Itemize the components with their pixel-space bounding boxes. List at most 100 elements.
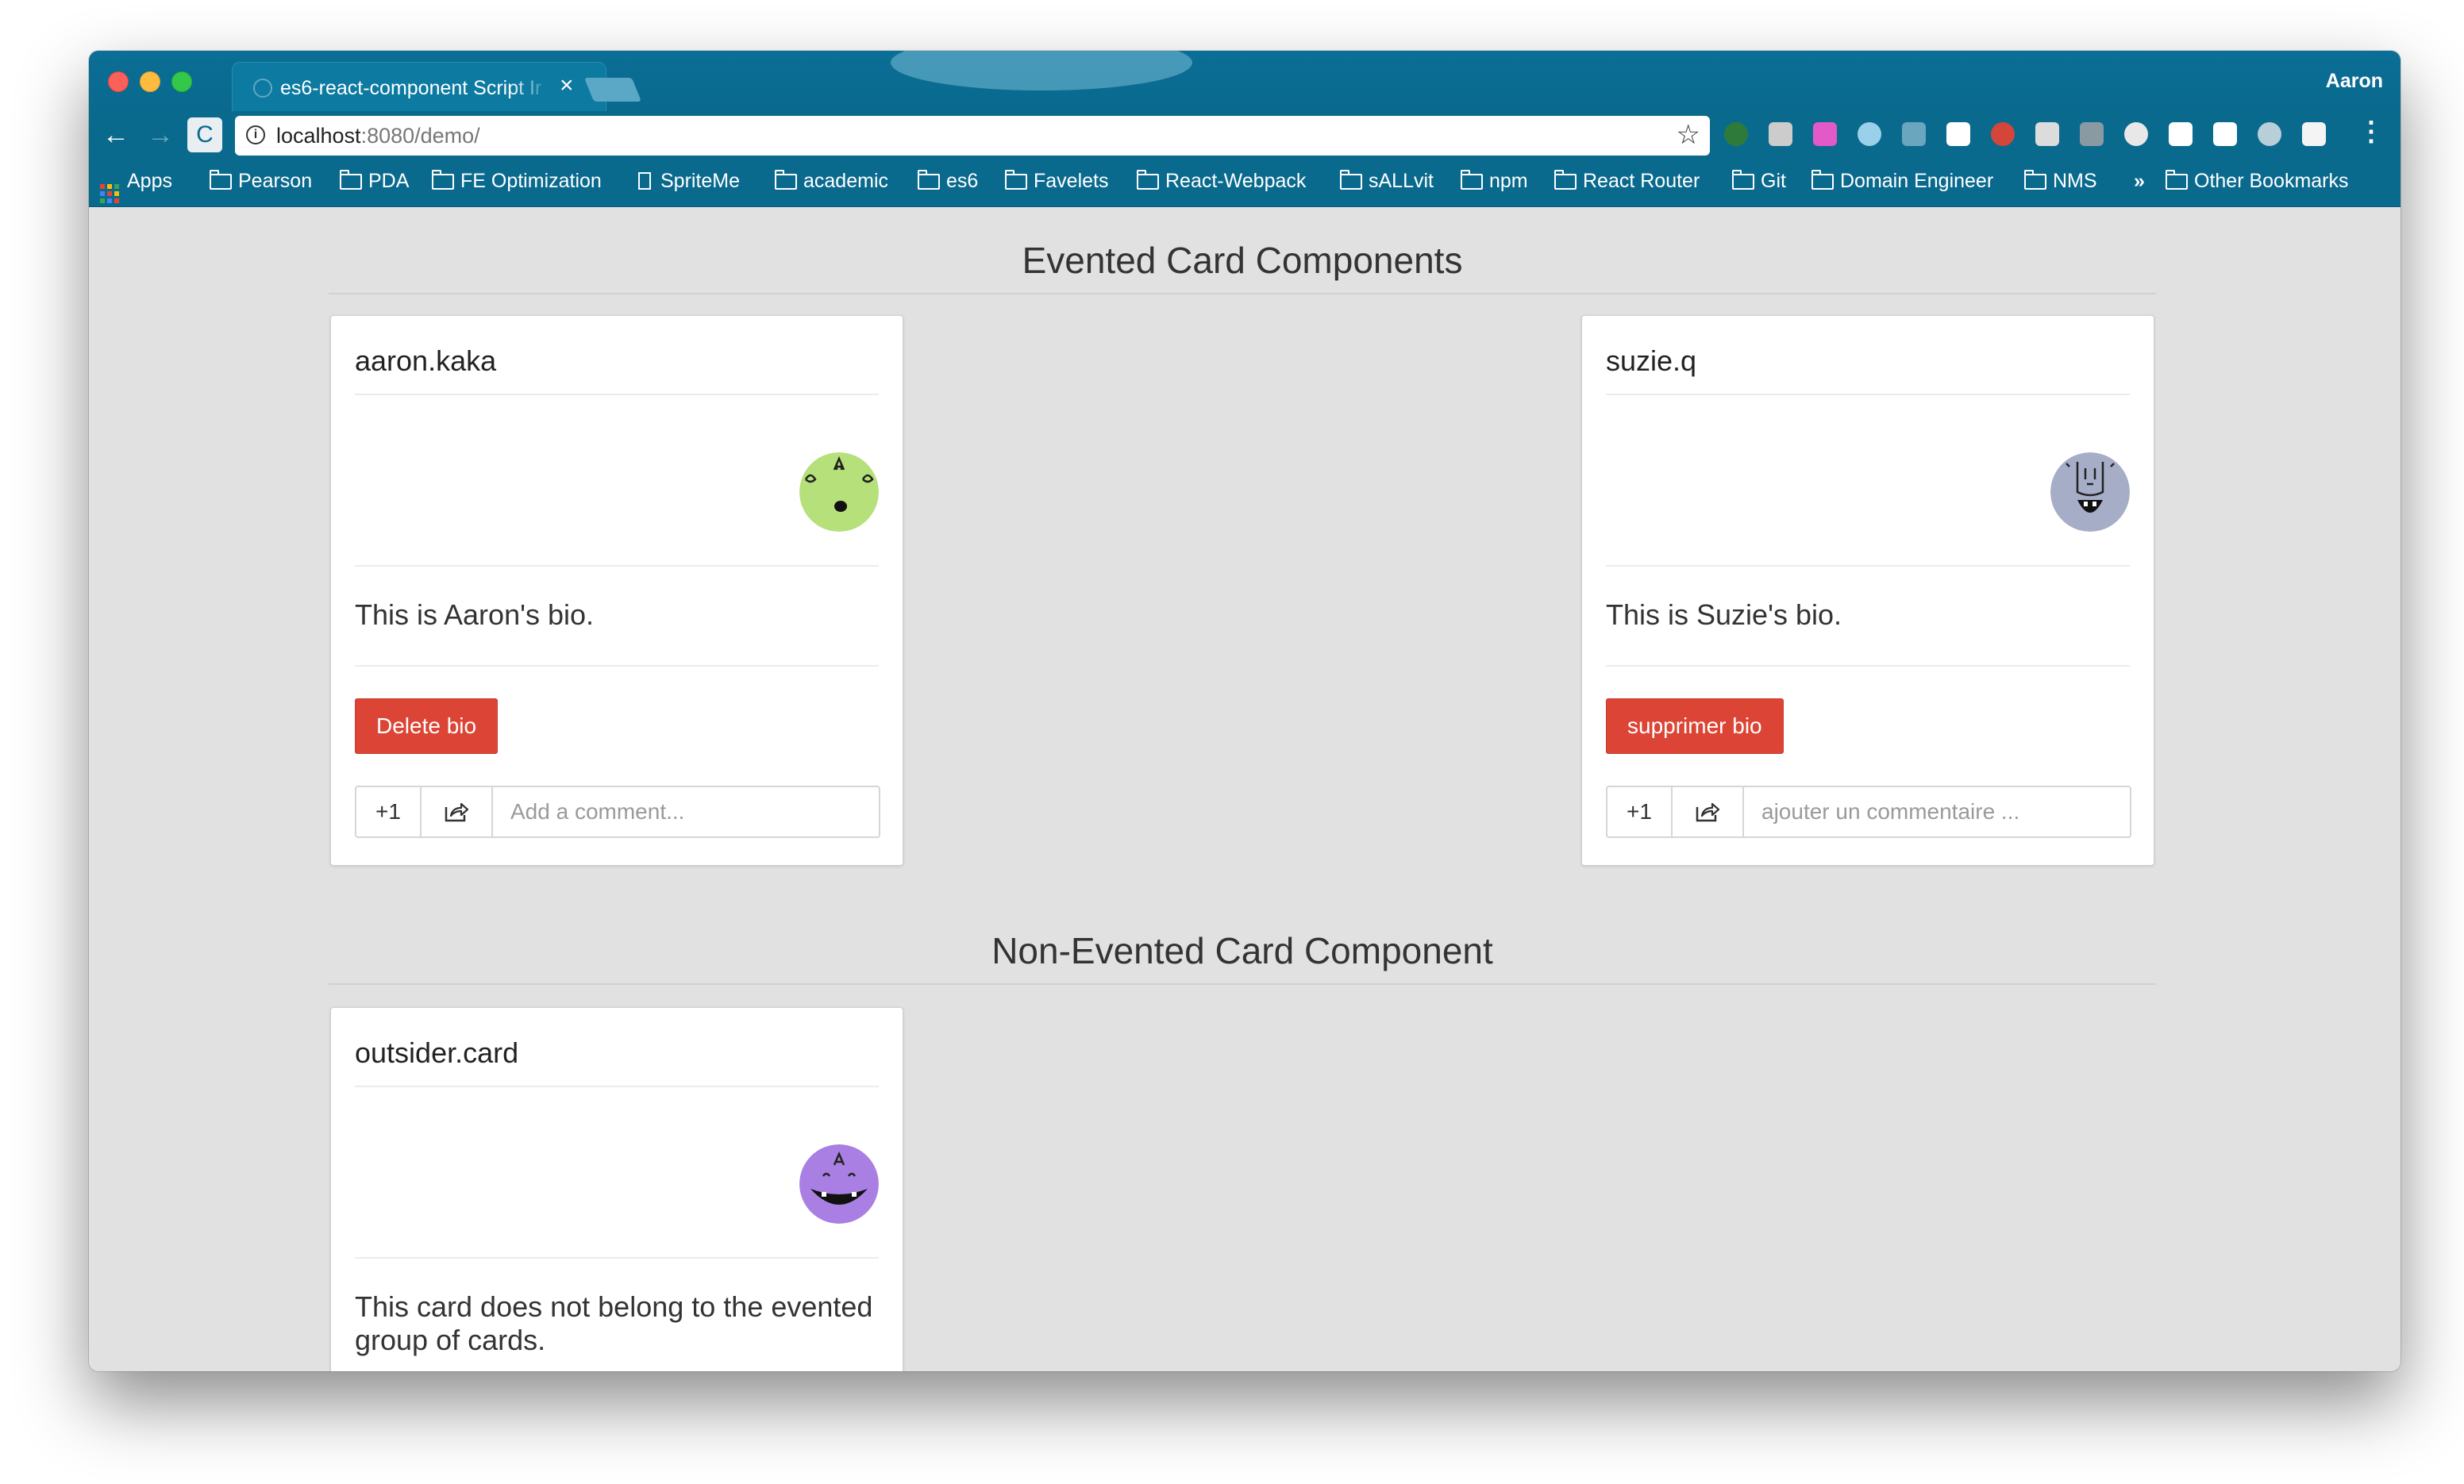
profile-name[interactable]: Aaron xyxy=(2326,70,2383,93)
bookmark-label: npm xyxy=(1489,170,1528,192)
title-bar: es6-react-component Script Ir × Aaron xyxy=(89,51,2400,112)
divider xyxy=(1606,394,2130,395)
minimize-window-button[interactable] xyxy=(140,71,160,92)
delete-bio-button[interactable]: supprimer bio xyxy=(1606,698,1784,754)
reload-icon[interactable]: C xyxy=(187,117,222,152)
card-suzie: suzie.q This is Suzie's bio. supprimer b… xyxy=(1581,315,2154,866)
bookmark-label: NMS xyxy=(2053,170,2097,192)
card-action-bar: +1 xyxy=(355,786,880,838)
browser-toolbar: ← → C i localhost:8080/demo/ ☆ ⋮ xyxy=(89,111,2400,159)
bookmark-pearson[interactable]: Pearson xyxy=(210,170,312,195)
bookmark-git[interactable]: Git xyxy=(1732,170,1786,195)
purple-monster-avatar-icon xyxy=(799,1144,879,1224)
url-text[interactable]: localhost:8080/demo/ xyxy=(276,124,480,148)
divider xyxy=(355,1257,879,1259)
bookmark-label: React-Webpack xyxy=(1165,170,1307,192)
hat-ext-icon[interactable] xyxy=(1724,122,1748,146)
card-bio: This is Aaron's bio. xyxy=(355,598,595,631)
bookmark-react-router[interactable]: React Router xyxy=(1554,170,1700,195)
bookmarks-bar: Apps Pearson PDA FE Optimization SpriteM… xyxy=(89,159,2400,207)
bookmark-favelets[interactable]: Favelets xyxy=(1005,170,1108,195)
grey-ext-icon[interactable] xyxy=(2035,122,2059,146)
browser-window: es6-react-component Script Ir × Aaron ← … xyxy=(89,51,2400,1371)
color-wheel-ext-icon[interactable] xyxy=(1813,122,1837,146)
bookmark-academic[interactable]: academic xyxy=(775,170,888,195)
folder-icon xyxy=(1811,170,1834,190)
circle-ext-icon[interactable] xyxy=(1902,122,1926,146)
share-button[interactable] xyxy=(422,787,493,836)
page-icon xyxy=(638,172,651,190)
close-window-button[interactable] xyxy=(108,71,129,92)
folder-icon xyxy=(1554,170,1577,190)
share-button[interactable] xyxy=(1673,787,1744,836)
bookmark-spriteme[interactable]: SpriteMe xyxy=(638,170,740,195)
comment-input[interactable] xyxy=(1744,787,2130,836)
bookmark-fe-optimization[interactable]: FE Optimization xyxy=(432,170,602,195)
tab-close-icon[interactable]: × xyxy=(560,72,574,99)
divider xyxy=(1606,665,2130,667)
folder-icon xyxy=(340,170,362,190)
forward-arrow-icon[interactable]: → xyxy=(143,117,178,152)
card-bio: This card does not belong to the evented… xyxy=(355,1290,873,1356)
divider xyxy=(1606,565,2130,567)
folder-icon xyxy=(775,170,797,190)
chat-ext-icon[interactable] xyxy=(2213,122,2237,146)
bookmark-nms[interactable]: NMS xyxy=(2024,170,2097,195)
plus-one-button[interactable]: +1 xyxy=(356,787,422,836)
square-ext-icon[interactable] xyxy=(2302,122,2326,146)
bookmark-label: Git xyxy=(1761,170,1786,192)
tab-favicon-icon xyxy=(253,79,272,98)
bookmark-sallvit[interactable]: sALLvit xyxy=(1340,170,1434,195)
bookmark-label: Apps xyxy=(127,170,172,192)
address-bar[interactable]: i localhost:8080/demo/ ☆ xyxy=(235,116,1710,156)
divider xyxy=(355,665,879,667)
bookmark-other-bookmarks[interactable]: Other Bookmarks xyxy=(2166,170,2349,195)
bookmark-label: React Router xyxy=(1583,170,1700,192)
json-ext-icon[interactable] xyxy=(2080,122,2104,146)
evented-heading: Evented Card Components xyxy=(329,239,2156,294)
white-circle-ext-icon[interactable] xyxy=(1946,122,1970,146)
folder-icon xyxy=(2166,170,2188,190)
menu-dots-icon[interactable]: ⋮ xyxy=(2358,116,2385,148)
theme-cloud-decoration xyxy=(891,51,1192,90)
new-tab-button[interactable] xyxy=(583,78,642,102)
plus-one-button[interactable]: +1 xyxy=(1607,787,1673,836)
bookmark-star-icon[interactable]: ☆ xyxy=(1677,119,1700,151)
target-ext-icon[interactable] xyxy=(2169,122,2193,146)
card-outsider: outsider.card This card does not belong … xyxy=(330,1007,903,1371)
page-content: Evented Card Components aaron.kaka This … xyxy=(89,207,2400,1371)
browser-tab[interactable]: es6-react-component Script Ir × xyxy=(232,62,606,112)
bookmark-label: Pearson xyxy=(238,170,313,192)
font-ext-icon[interactable] xyxy=(2124,122,2148,146)
apps-grid-icon xyxy=(100,184,119,203)
avatar xyxy=(2050,452,2130,532)
skype-ext-icon[interactable] xyxy=(2258,122,2281,146)
back-arrow-icon[interactable]: ← xyxy=(98,117,133,152)
zoom-window-button[interactable] xyxy=(171,71,192,92)
folder-icon xyxy=(210,170,232,190)
info-icon[interactable]: i xyxy=(246,125,265,144)
share-icon xyxy=(1696,802,1720,822)
bookmark-apps[interactable]: Apps xyxy=(100,170,172,203)
bookmark-npm[interactable]: npm xyxy=(1461,170,1528,195)
bookmark-es6[interactable]: es6 xyxy=(918,170,978,195)
red-ext-icon[interactable] xyxy=(1991,122,2015,146)
bookmark-react-webpack[interactable]: React-Webpack xyxy=(1137,170,1306,195)
folder-icon xyxy=(1732,170,1754,190)
comment-input[interactable] xyxy=(493,787,879,836)
bookmark-label: Domain Engineer xyxy=(1840,170,1994,192)
bookmark-label: es6 xyxy=(946,170,979,192)
pen-ext-icon[interactable] xyxy=(1769,122,1792,146)
bookmark-pda[interactable]: PDA xyxy=(340,170,409,195)
divider xyxy=(355,565,879,567)
snowflake-ext-icon[interactable] xyxy=(1858,122,1881,146)
folder-icon xyxy=(1005,170,1027,190)
delete-bio-button[interactable]: Delete bio xyxy=(355,698,499,754)
bookmark-label: sALLvit xyxy=(1369,170,1434,192)
bookmarks-overflow-icon[interactable]: » xyxy=(2134,170,2145,195)
share-icon xyxy=(445,802,469,822)
folder-icon xyxy=(1137,170,1159,190)
bookmark-domain-engineer[interactable]: Domain Engineer xyxy=(1811,170,1993,195)
tab-title: es6-react-component Script Ir xyxy=(280,77,542,99)
bookmark-label: SpriteMe xyxy=(660,170,741,192)
